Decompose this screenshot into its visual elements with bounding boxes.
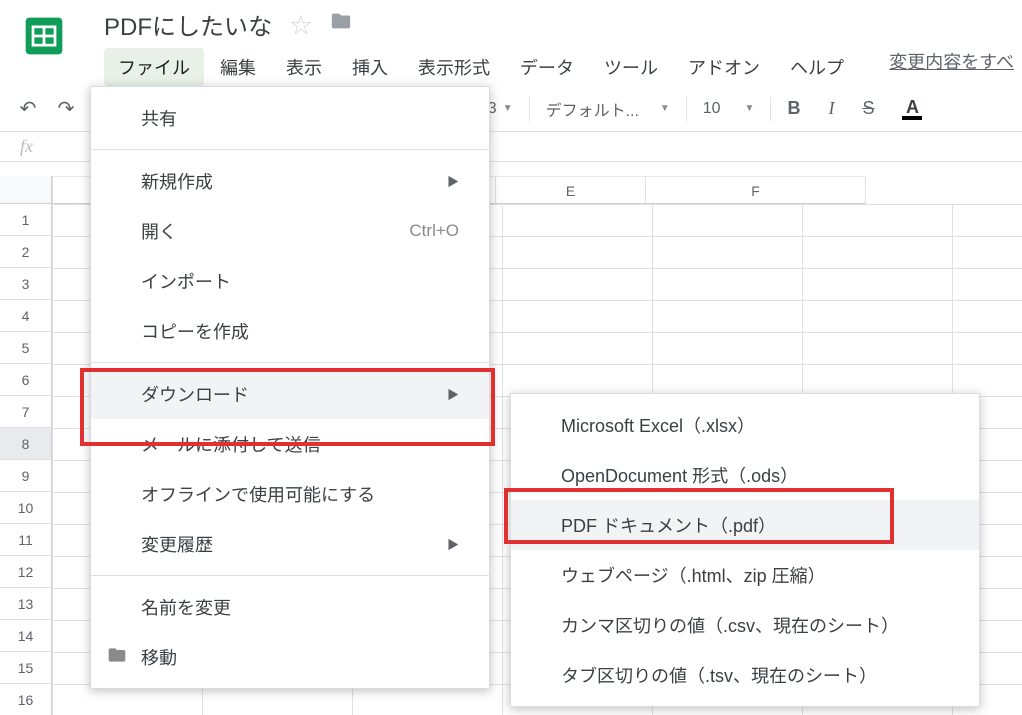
menubar: ファイル 編集 表示 挿入 表示形式 データ ツール アドオン ヘルプ bbox=[104, 48, 889, 86]
row-header[interactable]: 13 bbox=[0, 588, 52, 620]
menu-label: Microsoft Excel（.xlsx） bbox=[561, 412, 755, 438]
font-size-value: 10 bbox=[703, 100, 721, 118]
row-header[interactable]: 6 bbox=[0, 364, 52, 396]
row-header[interactable]: 2 bbox=[0, 236, 52, 268]
doc-title[interactable]: PDFにしたいな bbox=[104, 7, 272, 42]
menu-label: カンマ区切りの値（.csv、現在のシート） bbox=[561, 612, 899, 638]
menu-tools[interactable]: ツール bbox=[590, 48, 672, 86]
submenu-item-html[interactable]: ウェブページ（.html、zip 圧縮） bbox=[511, 550, 979, 600]
menu-item-email[interactable]: メールに添付して送信 bbox=[91, 419, 489, 469]
menu-insert[interactable]: 挿入 bbox=[338, 48, 402, 86]
submenu-arrow-icon: ▶ bbox=[447, 536, 459, 553]
menu-item-offline[interactable]: オフラインで使用可能にする bbox=[91, 469, 489, 519]
submenu-item-xlsx[interactable]: Microsoft Excel（.xlsx） bbox=[511, 400, 979, 450]
fx-icon: fx bbox=[0, 136, 53, 157]
row-header[interactable]: 3 bbox=[0, 268, 52, 300]
menu-label: 名前を変更 bbox=[141, 594, 231, 620]
row-header[interactable]: 10 bbox=[0, 492, 52, 524]
menu-format[interactable]: 表示形式 bbox=[404, 48, 504, 86]
folder-icon[interactable] bbox=[330, 10, 352, 38]
row-header[interactable]: 5 bbox=[0, 332, 52, 364]
menu-label: ウェブページ（.html、zip 圧縮） bbox=[561, 562, 826, 588]
divider bbox=[91, 575, 489, 576]
menu-item-history[interactable]: 変更履歴 ▶ bbox=[91, 519, 489, 569]
submenu-item-ods[interactable]: OpenDocument 形式（.ods） bbox=[511, 450, 979, 500]
row-header[interactable]: 14 bbox=[0, 620, 52, 652]
select-all-corner[interactable] bbox=[0, 176, 52, 204]
col-header[interactable]: F bbox=[646, 176, 866, 204]
menu-label: オフラインで使用可能にする bbox=[141, 481, 375, 507]
menu-label: 変更履歴 bbox=[141, 531, 213, 557]
submenu-arrow-icon: ▶ bbox=[447, 386, 459, 403]
menu-help[interactable]: ヘルプ bbox=[776, 48, 858, 86]
menu-item-download[interactable]: ダウンロード ▶ bbox=[91, 369, 489, 419]
changes-link[interactable]: 変更内容をすべ bbox=[889, 6, 1014, 74]
menu-edit[interactable]: 編集 bbox=[206, 48, 270, 86]
menu-label: OpenDocument 形式（.ods） bbox=[561, 462, 798, 488]
menu-item-move[interactable]: 移動 bbox=[91, 632, 489, 682]
menu-item-share[interactable]: 共有 bbox=[91, 93, 489, 143]
separator bbox=[686, 97, 687, 121]
menu-item-rename[interactable]: 名前を変更 bbox=[91, 582, 489, 632]
divider bbox=[91, 362, 489, 363]
row-header[interactable]: 9 bbox=[0, 460, 52, 492]
file-menu-dropdown: 共有 新規作成 ▶ 開く Ctrl+O インポート コピーを作成 ダウンロード ▶ メ… bbox=[90, 86, 490, 689]
sheets-app-icon[interactable] bbox=[20, 12, 68, 60]
font-size[interactable]: 10▼ bbox=[703, 100, 755, 118]
col-header[interactable]: E bbox=[496, 176, 646, 204]
menu-label: インポート bbox=[141, 268, 231, 294]
row-header[interactable]: 8 bbox=[0, 428, 52, 460]
submenu-arrow-icon: ▶ bbox=[447, 173, 459, 190]
submenu-item-csv[interactable]: カンマ区切りの値（.csv、現在のシート） bbox=[511, 600, 979, 650]
menu-data[interactable]: データ bbox=[506, 48, 588, 86]
menu-item-open[interactable]: 開く Ctrl+O bbox=[91, 206, 489, 256]
folder-icon bbox=[107, 645, 127, 670]
text-color-button[interactable]: A bbox=[902, 97, 922, 120]
menu-label: 共有 bbox=[141, 105, 177, 131]
download-submenu: Microsoft Excel（.xlsx） OpenDocument 形式（.… bbox=[510, 393, 980, 707]
menu-addons[interactable]: アドオン bbox=[674, 48, 774, 86]
row-header[interactable]: 4 bbox=[0, 300, 52, 332]
font-label: デフォルト... bbox=[546, 97, 639, 121]
row-header[interactable]: 12 bbox=[0, 556, 52, 588]
row-header[interactable]: 1 bbox=[0, 204, 52, 236]
undo-icon[interactable]: ↶ bbox=[14, 96, 42, 121]
italic-button[interactable]: I bbox=[828, 98, 834, 119]
separator bbox=[770, 97, 771, 121]
submenu-item-tsv[interactable]: タブ区切りの値（.tsv、現在のシート） bbox=[511, 650, 979, 700]
menu-label: タブ区切りの値（.tsv、現在のシート） bbox=[561, 662, 877, 688]
separator bbox=[529, 97, 530, 121]
menu-label: メールに添付して送信 bbox=[141, 431, 320, 457]
menu-label: ダウンロード bbox=[141, 381, 249, 407]
menu-view[interactable]: 表示 bbox=[272, 48, 336, 86]
menu-label: コピーを作成 bbox=[141, 318, 249, 344]
submenu-item-pdf[interactable]: PDF ドキュメント（.pdf） bbox=[511, 500, 979, 550]
menu-label: 新規作成 bbox=[141, 168, 213, 194]
menu-item-copy[interactable]: コピーを作成 bbox=[91, 306, 489, 356]
row-header[interactable]: 16 bbox=[0, 684, 52, 715]
bold-button[interactable]: B bbox=[787, 98, 800, 119]
menu-item-import[interactable]: インポート bbox=[91, 256, 489, 306]
strike-button[interactable]: S bbox=[862, 98, 874, 119]
row-header[interactable]: 11 bbox=[0, 524, 52, 556]
redo-icon[interactable]: ↷ bbox=[52, 96, 80, 121]
star-icon[interactable]: ☆ bbox=[290, 8, 312, 40]
row-header[interactable]: 15 bbox=[0, 652, 52, 684]
row-headers: 12345678910111213141516 bbox=[0, 204, 52, 715]
menu-label: PDF ドキュメント（.pdf） bbox=[561, 512, 776, 538]
menu-item-new[interactable]: 新規作成 ▶ bbox=[91, 156, 489, 206]
shortcut-label: Ctrl+O bbox=[409, 221, 459, 241]
header: PDFにしたいな ☆ ファイル 編集 表示 挿入 表示形式 データ ツール アド… bbox=[0, 0, 1022, 86]
menu-label: 開く bbox=[141, 218, 177, 244]
row-header[interactable]: 7 bbox=[0, 396, 52, 428]
menu-label: 移動 bbox=[141, 644, 177, 670]
font-select[interactable]: デフォルト... ▼ bbox=[546, 97, 670, 121]
divider bbox=[91, 149, 489, 150]
menu-file[interactable]: ファイル bbox=[104, 48, 204, 86]
